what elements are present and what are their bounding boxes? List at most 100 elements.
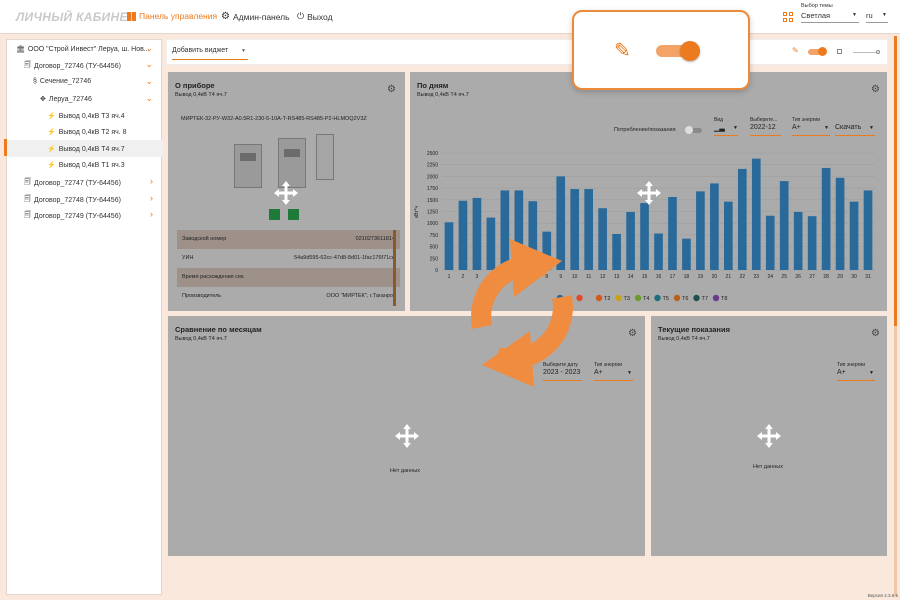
device-model: МИРТЕК-32-РУ-W32-A0.5R1-230-5-10A-T-RS48… <box>181 116 367 122</box>
move-icon[interactable] <box>636 180 662 206</box>
chevron-down-icon[interactable]: ⌄ <box>145 43 153 54</box>
info-scrollbar[interactable] <box>393 230 396 306</box>
theme-select[interactable]: Светлая ▼ <box>801 11 859 23</box>
chevron-down-icon[interactable]: ⌄ <box>145 76 153 87</box>
info-row-manufacturer: Производитель ООО "МИРТЕК", г.Таганрог <box>177 287 400 306</box>
add-widget-select[interactable]: Добавить виджет ▼ <box>172 47 248 60</box>
power-icon: ⏻ <box>297 11 305 21</box>
page-scrollbar[interactable] <box>894 36 897 596</box>
tree-item-meter-t2[interactable]: ⚡ Вывод 0,4кВ Т2 яч. 8 <box>47 128 127 137</box>
chevron-right-icon[interactable]: › <box>150 176 153 186</box>
document-icon: 🗐 <box>24 196 31 203</box>
building-icon: 🏛 <box>16 46 25 53</box>
node-icon: ✥ <box>40 96 46 103</box>
chevron-down-icon: ▼ <box>882 12 887 18</box>
edit-mode-toggle[interactable] <box>656 41 700 61</box>
tree-item-meter-t3[interactable]: ⚡ Вывод 0,4кВ Т3 яч.4 <box>47 112 125 121</box>
tree-item-contract-72748[interactable]: 🗐 Договор_72748 (ТУ-64456) <box>24 195 121 206</box>
nav-admin-label: Админ-панель <box>232 11 290 22</box>
language-select[interactable]: ru ▼ <box>866 11 888 23</box>
settings-gear-icon[interactable]: ⚙ <box>387 84 396 95</box>
widget-title: Текущие показания <box>658 325 730 334</box>
chart-bar <box>751 158 761 270</box>
edit-mode-toggle-small[interactable] <box>808 47 827 56</box>
y-tick-label: 2000 <box>427 174 438 180</box>
tree-item-company[interactable]: 🏛 ООО "Строй Инвест" Леруа, ш. Нов... <box>16 45 150 54</box>
move-icon[interactable] <box>273 180 299 206</box>
tree-item-contract-72747[interactable]: 🗐 Договор_72747 (ТУ-64456) <box>24 178 121 189</box>
tree-item-meter-t4[interactable]: ⚡ Вывод 0,4кВ Т4 яч.7 <box>47 145 125 154</box>
tree-item-leroy-72746[interactable]: ✥ Леруа_72746 <box>40 95 92 104</box>
tree-item-contract-72749[interactable]: 🗐 Договор_72749 (ТУ-64456) <box>24 211 121 222</box>
chevron-down-icon[interactable]: ⌄ <box>145 93 153 104</box>
y-tick-label: 2500 <box>427 151 438 157</box>
chart-bar <box>626 211 635 270</box>
y-tick-label: 500 <box>430 245 439 251</box>
x-tick-label: 13 <box>614 274 620 280</box>
edit-pencil-icon[interactable]: ✎ <box>614 38 631 63</box>
chevron-right-icon[interactable]: › <box>150 209 153 219</box>
theme-label: Выбор темы <box>801 3 833 9</box>
tree-item-label: Договор_72746 (ТУ-64456) <box>34 63 121 70</box>
chart-bar <box>737 168 747 270</box>
legend-label: T4 <box>643 296 649 302</box>
widget-title: Сравнение по месяцам <box>175 325 262 334</box>
energy-type-select[interactable]: A+ ▼ <box>594 369 633 381</box>
chevron-right-icon[interactable]: › <box>150 193 153 203</box>
meter-icon: ⚡ <box>47 113 56 120</box>
chart-bar <box>598 208 607 270</box>
chart-bar <box>863 190 873 270</box>
legend-marker <box>654 294 661 302</box>
chevron-down-icon[interactable]: ⌄ <box>145 59 153 70</box>
download-icons[interactable] <box>269 209 299 220</box>
meter-icon: ⚡ <box>47 129 56 136</box>
current-readings-widget: Текущие показания Вывод 0,4кВ Т4 яч.7 ⚙ … <box>651 316 887 556</box>
zoom-slider[interactable] <box>853 50 880 54</box>
dashboard-icon <box>127 11 136 21</box>
nav-dashboard[interactable]: Панель управления <box>127 11 217 21</box>
nav-logout[interactable]: ⏻ Выход <box>297 11 333 22</box>
tree-item-contract-72746[interactable]: 🗐 Договор_72746 (ТУ-64456) <box>24 61 121 72</box>
gear-icon: ⚙ <box>221 11 230 22</box>
info-key: Время расхождения сек. <box>182 274 245 280</box>
y-tick-label: 250 <box>430 256 439 262</box>
tree-item-meter-t1[interactable]: ⚡ Вывод 0,4кВ Т1 яч.3 <box>47 161 125 170</box>
y-tick-label: 750 <box>430 233 439 239</box>
document-icon: 🗐 <box>24 179 31 186</box>
settings-gear-icon[interactable]: ⚙ <box>871 328 880 339</box>
energy-type-select[interactable]: A+ ▼ <box>837 369 875 381</box>
chart-bar <box>821 167 831 270</box>
chart-bar <box>682 238 691 270</box>
nav-admin[interactable]: ⚙ Админ-панель <box>221 11 290 22</box>
top-bar: ЛИЧНЫЙ КАБИНЕТ Панель управления ⚙ Админ… <box>0 0 900 34</box>
x-tick-label: 25 <box>781 274 787 280</box>
x-tick-label: 30 <box>851 274 857 280</box>
chart-bar <box>612 233 621 270</box>
chevron-down-icon: ▼ <box>241 48 246 54</box>
settings-gear-icon[interactable]: ⚙ <box>628 328 637 339</box>
x-tick-label: 15 <box>642 274 648 280</box>
meter-icon: ⚡ <box>47 162 56 169</box>
widget-subtitle: Вывод 0,4кВ Т4 яч.7 <box>658 336 710 342</box>
tree-item-section-72746[interactable]: § Сечение_72746 <box>33 78 91 85</box>
energy-type-label: Тип энергии <box>837 362 866 368</box>
chart-bar <box>849 201 859 270</box>
legend-label: T3 <box>624 296 630 302</box>
grid-square-icon[interactable] <box>837 49 842 54</box>
tree-item-label: Договор_72748 (ТУ-64456) <box>34 197 121 204</box>
chart-bar <box>696 191 705 270</box>
document-icon: 🗐 <box>24 212 31 219</box>
legend-marker <box>712 294 720 302</box>
x-tick-label: 14 <box>628 274 634 280</box>
legend-marker <box>673 294 681 302</box>
theme-grid-icon <box>783 12 793 22</box>
move-icon[interactable] <box>394 423 420 449</box>
chart-bar <box>765 215 775 270</box>
meter-icon: ⚡ <box>47 146 56 153</box>
info-key: Заводской номер <box>182 236 227 242</box>
tree-item-label: Вывод 0,4кВ Т3 яч.4 <box>58 112 125 120</box>
edit-pencil-icon[interactable]: ✎ <box>792 46 799 55</box>
legend-label: T2 <box>604 296 610 302</box>
chart-bar <box>710 183 719 270</box>
move-icon[interactable] <box>756 423 782 449</box>
